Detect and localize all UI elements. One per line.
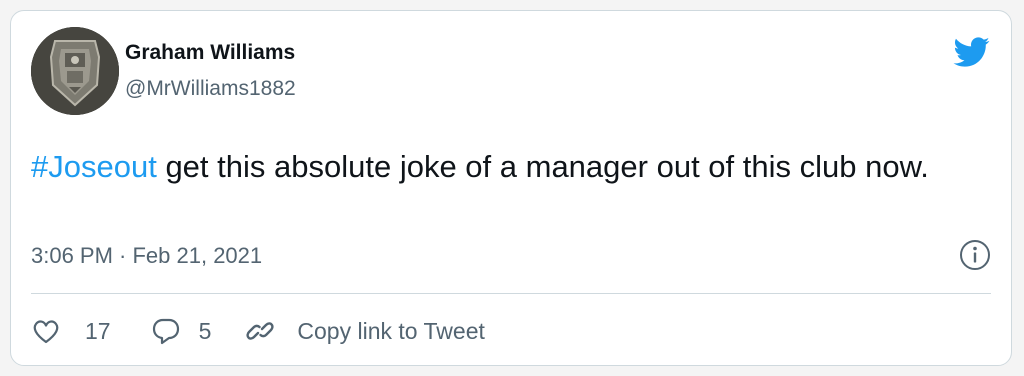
tweet-text: #Joseout get this absolute joke of a man…	[31, 145, 991, 189]
heart-icon	[33, 320, 59, 344]
tweet-timestamp[interactable]: 3:06 PM · Feb 21, 2021	[31, 243, 262, 269]
author-name[interactable]: Graham Williams	[125, 41, 295, 65]
avatar[interactable]	[31, 27, 119, 115]
link-icon	[246, 322, 274, 340]
like-count: 17	[85, 317, 111, 344]
like-button[interactable]: 17	[31, 316, 111, 346]
reply-count: 5	[198, 317, 212, 344]
author-handle[interactable]: @MrWilliams1882	[125, 77, 296, 101]
tweet-actions: 17 5 Copy link to Tweet	[31, 311, 485, 351]
reply-bubble-icon	[152, 318, 179, 345]
info-icon[interactable]	[959, 239, 991, 271]
tweet-card[interactable]: Graham Williams @MrWilliams1882 #Joseout…	[10, 10, 1012, 366]
twitter-bird-icon[interactable]	[949, 33, 993, 71]
copy-link-label: Copy link to Tweet	[297, 317, 485, 344]
tweet-body: get this absolute joke of a manager out …	[156, 149, 929, 184]
hashtag-link[interactable]: #Joseout	[31, 149, 157, 184]
reply-button[interactable]: 5	[151, 316, 212, 346]
copy-link-button[interactable]: Copy link to Tweet	[245, 316, 485, 346]
divider	[31, 293, 991, 294]
club-crest-avatar-image	[31, 27, 119, 115]
